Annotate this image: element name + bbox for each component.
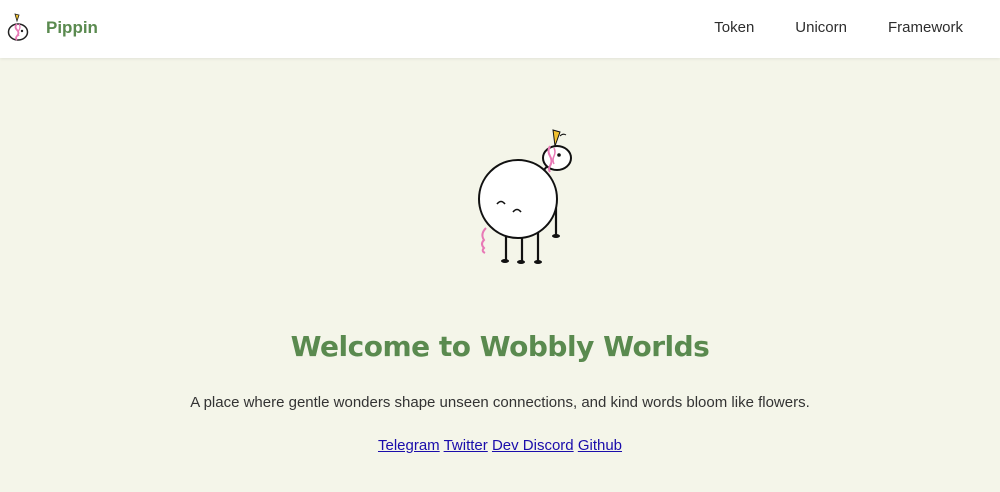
hero-title: Welcome to Wobbly Worlds <box>290 330 710 363</box>
nav-link-unicorn[interactable]: Unicorn <box>795 19 847 36</box>
brand-home-link[interactable]: Pippin <box>6 12 98 44</box>
top-navbar: Pippin Token Unicorn Framework <box>0 0 1000 58</box>
hero-illustration <box>470 124 580 274</box>
dev-discord-link[interactable]: Dev Discord <box>492 437 574 454</box>
twitter-link[interactable]: Twitter <box>444 437 488 454</box>
main-nav: Token Unicorn Framework <box>673 19 963 36</box>
nav-link-framework[interactable]: Framework <box>888 19 963 36</box>
pippin-unicorn-logo-icon <box>7 13 29 41</box>
social-links: Telegram Twitter Dev Discord Github <box>0 437 1000 454</box>
telegram-link[interactable]: Telegram <box>378 437 440 454</box>
nav-link-token[interactable]: Token <box>714 19 754 36</box>
github-link[interactable]: Github <box>578 437 622 454</box>
hero-subtitle: A place where gentle wonders shape unsee… <box>190 394 810 411</box>
brand-name: Pippin <box>46 18 98 37</box>
pippin-unicorn-illustration-icon <box>478 129 572 264</box>
